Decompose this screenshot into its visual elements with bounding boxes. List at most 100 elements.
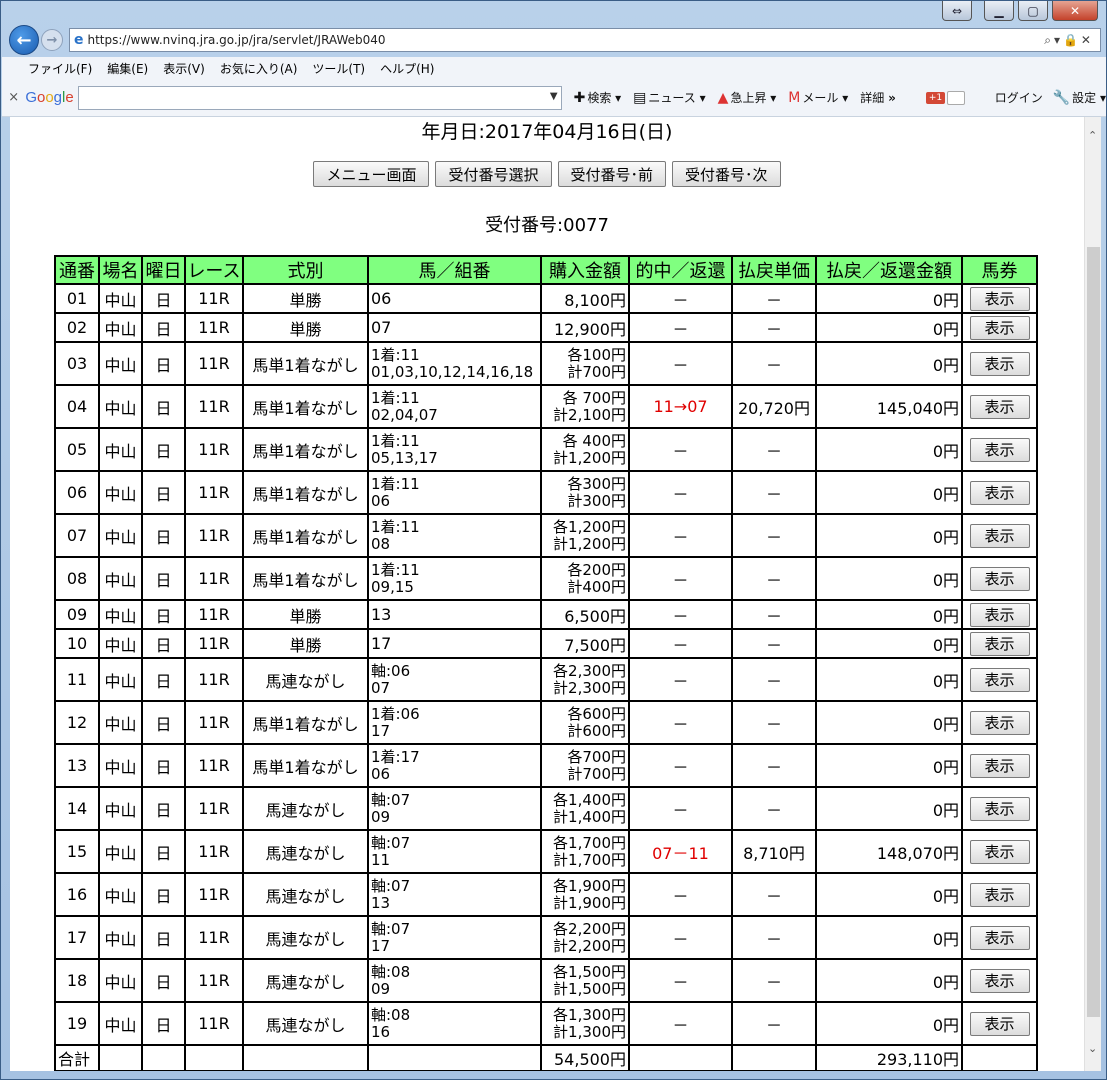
view-ticket-button[interactable]: 表示 <box>969 566 1030 591</box>
minimize-icon[interactable]: ▁ <box>984 1 1014 21</box>
view-ticket-button[interactable]: 表示 <box>969 796 1030 821</box>
amount-line-1: 各200円 <box>567 560 626 579</box>
cell-hit: － <box>628 700 733 745</box>
cell-type: 馬単1着ながし <box>242 341 369 386</box>
mail-button[interactable]: M メール ▾ <box>788 89 848 106</box>
menu-edit[interactable]: 編集(E) <box>107 60 148 77</box>
search-lock-refresh-icons[interactable]: ⌕▾🔒✕ <box>1044 33 1100 48</box>
view-ticket-button[interactable]: 表示 <box>969 667 1030 692</box>
cell-race: 11R <box>184 915 244 960</box>
cell-hit: 11→07 <box>628 384 733 429</box>
menu-view[interactable]: 表示(V) <box>163 60 205 77</box>
login-button[interactable]: ログイン <box>995 89 1043 106</box>
view-ticket-button[interactable]: 表示 <box>969 753 1030 778</box>
menu-screen-button[interactable]: メニュー画面 <box>313 161 430 187</box>
cell-no: 04 <box>54 384 100 429</box>
view-ticket-button[interactable]: 表示 <box>969 882 1030 907</box>
cell-unit: － <box>731 556 817 601</box>
maximize-icon[interactable]: ▢ <box>1018 1 1048 21</box>
cell-race: 11R <box>184 657 244 702</box>
scroll-down-icon[interactable]: ⌄ <box>1088 1042 1097 1055</box>
cell-amount: 各700円 計700円 <box>540 743 630 788</box>
combo-line-1: 軸:07 <box>371 790 411 809</box>
combo-line-2: 05,13,17 <box>371 448 438 467</box>
combo-line-2: 16 <box>371 1022 391 1041</box>
cell-payout: 0円 <box>815 599 963 630</box>
view-ticket-button[interactable]: 表示 <box>969 839 1030 864</box>
settings-button[interactable]: 🔧 設定 ▾ <box>1053 89 1106 106</box>
combo-line-1: 軸:07 <box>371 833 411 852</box>
cell-day: 日 <box>141 958 186 1003</box>
cell-unit: － <box>731 513 817 558</box>
restore-icon[interactable]: ⇔ <box>942 1 972 21</box>
view-ticket-button[interactable]: 表示 <box>969 315 1030 340</box>
cell-place: 中山 <box>98 786 143 831</box>
cell-hit: － <box>628 427 733 472</box>
col-payout: 払戻／返還金額 <box>815 255 963 285</box>
cell-no: 17 <box>54 915 100 960</box>
table-body: 01 中山日 11R 単勝 06 8,100円－－ 0円 表示 02 中山日 11R 単勝 07 12,9… <box>54 283 1038 1046</box>
combo-line-1: 13 <box>371 605 392 624</box>
details-button[interactable]: 詳細 » <box>860 89 896 106</box>
scroll-up-icon[interactable]: ⌃ <box>1088 129 1097 142</box>
total-empty <box>98 1044 143 1071</box>
cell-place: 中山 <box>98 958 143 1003</box>
cell-payout: 145,040円 <box>815 384 963 429</box>
cell-race: 11R <box>184 427 244 472</box>
view-ticket-button[interactable]: 表示 <box>969 925 1030 950</box>
view-ticket-button[interactable]: 表示 <box>969 523 1030 548</box>
view-ticket-button[interactable]: 表示 <box>969 437 1030 462</box>
menu-help[interactable]: ヘルプ(H) <box>380 60 434 77</box>
menu-file[interactable]: ファイル(F) <box>28 60 92 77</box>
prev-receipt-button[interactable]: 受付番号･前 <box>557 161 667 187</box>
cell-no: 02 <box>54 312 100 343</box>
menu-tools[interactable]: ツール(T) <box>312 60 365 77</box>
view-ticket-button[interactable]: 表示 <box>969 710 1030 735</box>
col-race: レース <box>184 255 244 285</box>
cell-combo: 1着:11 01,03,10,12,14,16,18 <box>367 341 542 386</box>
view-ticket-button[interactable]: 表示 <box>969 394 1030 419</box>
combo-line-2: 11 <box>371 850 391 869</box>
search-button[interactable]: ✚ 検索 ▾ <box>574 89 622 106</box>
next-receipt-button[interactable]: 受付番号･次 <box>672 161 781 187</box>
select-receipt-button[interactable]: 受付番号選択 <box>435 161 552 187</box>
cell-amount: 各1,700円 計1,700円 <box>540 829 630 874</box>
view-ticket-button[interactable]: 表示 <box>969 351 1030 376</box>
cell-no: 11 <box>54 657 100 702</box>
scroll-thumb[interactable] <box>1087 247 1100 1017</box>
back-button[interactable]: ← <box>9 25 39 55</box>
cell-no: 15 <box>54 829 100 874</box>
view-ticket-button[interactable]: 表示 <box>969 286 1030 311</box>
forward-button[interactable]: → <box>41 29 63 51</box>
cell-type: 単勝 <box>242 599 369 630</box>
col-combo: 馬／組番 <box>367 255 542 285</box>
amount-line-2: 計1,400円 <box>553 807 626 826</box>
cell-type: 馬単1着ながし <box>242 470 369 515</box>
address-bar[interactable]: e https://www.nvinq.jra.go.jp/jra/servle… <box>69 28 1101 52</box>
menu-favorites[interactable]: お気に入り(A) <box>220 60 298 77</box>
news-button[interactable]: ▤ ニュース ▾ <box>633 89 705 106</box>
view-ticket-button[interactable]: 表示 <box>969 480 1030 505</box>
cell-hit: － <box>628 513 733 558</box>
combo-line-2: 02,04,07 <box>371 405 438 424</box>
trend-button[interactable]: ▲ 急上昇 ▾ <box>718 89 777 106</box>
view-ticket-button[interactable]: 表示 <box>969 968 1030 993</box>
cell-combo: 1着:11 02,04,07 <box>367 384 542 429</box>
view-ticket-button[interactable]: 表示 <box>969 631 1030 656</box>
chevron-down-icon[interactable]: ▼ <box>550 91 558 102</box>
toolbar-close-icon[interactable]: × <box>2 90 25 105</box>
cell-no: 14 <box>54 786 100 831</box>
vertical-scrollbar[interactable]: ⌃ ⌄ <box>1084 117 1101 1071</box>
gplus-button[interactable]: +1 <box>925 91 946 104</box>
view-ticket-button[interactable]: 表示 <box>969 1011 1030 1036</box>
cell-day: 日 <box>141 556 186 601</box>
cell-type: 馬連ながし <box>242 829 369 874</box>
google-search-input[interactable]: ▼ <box>77 85 562 110</box>
close-icon[interactable]: ✕ <box>1052 1 1098 21</box>
total-empty <box>961 1044 1038 1071</box>
cell-unit: － <box>731 341 817 386</box>
cell-day: 日 <box>141 915 186 960</box>
view-ticket-button[interactable]: 表示 <box>969 602 1030 627</box>
cell-race: 11R <box>184 1001 244 1046</box>
table-row: 18 中山日 11R 馬連ながし 軸:08 09 各1,500円 計1,500円－－ 0円 表示 <box>54 958 1038 1003</box>
